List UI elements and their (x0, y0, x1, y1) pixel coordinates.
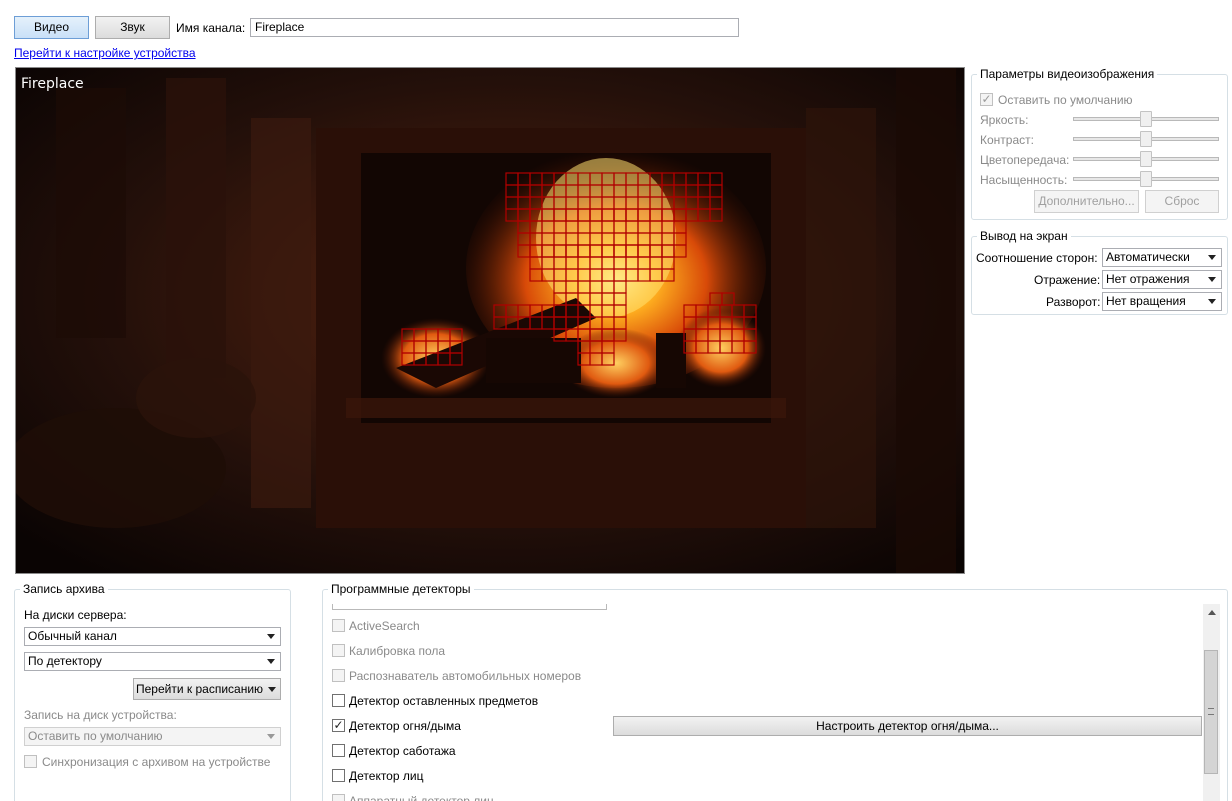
device-disk-select[interactable]: Оставить по умолчанию (24, 727, 281, 746)
archive-title: Запись архива (20, 582, 108, 596)
detector-row[interactable]: Аппаратный детектор лиц (332, 794, 612, 801)
rotate-label: Разворот: (1046, 295, 1101, 309)
mirror-value: Нет отражения (1106, 272, 1190, 286)
detector-label: Аппаратный детектор лиц (349, 794, 494, 801)
aspect-value: Автоматически (1106, 250, 1190, 264)
rotate-value: Нет вращения (1106, 294, 1186, 308)
video-frame-image (16, 68, 964, 573)
detector-checkbox[interactable] (332, 794, 345, 801)
video-overlay-title: Fireplace (21, 76, 84, 92)
detector-checkbox[interactable] (332, 744, 345, 757)
detector-row[interactable]: ✓ Детектор огня/дыма (332, 718, 612, 737)
brightness-label: Яркость: (980, 113, 1029, 127)
slider-thumb[interactable] (1140, 151, 1152, 167)
record-mode-value: По детектору (28, 654, 102, 668)
detector-row[interactable]: Детектор саботажа (332, 744, 612, 762)
display-title: Вывод на экран (977, 229, 1071, 243)
configure-fire-detector-button[interactable]: Настроить детектор огня/дыма... (613, 716, 1202, 736)
sync-checkbox[interactable] (24, 755, 37, 768)
tab-sound[interactable]: Звук (95, 16, 170, 39)
contrast-label: Контраст: (980, 133, 1034, 147)
detector-row[interactable]: Калибровка пола (332, 644, 612, 662)
device-settings-link[interactable]: Перейти к настройке устройства (14, 46, 196, 60)
detector-row[interactable]: Детектор лиц (332, 769, 612, 787)
aspect-label: Соотношение сторон: (976, 251, 1098, 265)
detectors-list-separator (332, 604, 607, 610)
detectors-scrollbar[interactable] (1203, 604, 1220, 801)
slider-thumb[interactable] (1140, 131, 1152, 147)
color-label: Цветопередача: (980, 153, 1070, 167)
detector-checkbox[interactable] (332, 669, 345, 682)
mirror-select[interactable]: Нет отражения (1102, 270, 1222, 289)
aspect-select[interactable]: Автоматически (1102, 248, 1222, 267)
saturation-slider[interactable] (1073, 171, 1219, 187)
detector-label: ActiveSearch (349, 619, 420, 633)
mirror-label: Отражение: (1034, 273, 1101, 287)
video-preview[interactable]: Fireplace (15, 67, 965, 574)
chevron-down-icon (267, 634, 275, 639)
server-disks-label: На диски сервера: (24, 608, 127, 622)
chevron-down-icon (1208, 277, 1216, 282)
schedule-button[interactable]: Перейти к расписанию (133, 678, 281, 700)
detector-label: Детектор огня/дыма (349, 719, 461, 733)
channel-type-select[interactable]: Обычный канал (24, 627, 281, 646)
detector-row[interactable]: Детектор оставленных предметов (332, 694, 612, 712)
chevron-down-icon (268, 687, 276, 692)
detector-checkbox[interactable] (332, 644, 345, 657)
detector-label: Калибровка пола (349, 644, 446, 658)
rotate-select[interactable]: Нет вращения (1102, 292, 1222, 311)
channel-name-label: Имя канала: (176, 21, 246, 35)
detector-checkbox[interactable] (332, 694, 345, 707)
advanced-button[interactable]: Дополнительно... (1034, 190, 1139, 213)
device-disk-label: Запись на диск устройства: (24, 708, 177, 722)
chevron-down-icon (1208, 255, 1216, 260)
keep-default-label: Оставить по умолчанию (998, 93, 1133, 107)
slider-thumb[interactable] (1140, 111, 1152, 127)
color-slider[interactable] (1073, 151, 1219, 167)
reset-button[interactable]: Сброс (1145, 190, 1219, 213)
detector-row[interactable]: ActiveSearch (332, 619, 612, 637)
schedule-label: Перейти к расписанию (136, 682, 264, 696)
slider-thumb[interactable] (1140, 171, 1152, 187)
contrast-slider[interactable] (1073, 131, 1219, 147)
channel-type-value: Обычный канал (28, 629, 117, 643)
chevron-down-icon (1208, 299, 1216, 304)
saturation-label: Насыщенность: (980, 173, 1068, 187)
keep-default-checkbox[interactable]: ✓ (980, 92, 993, 106)
detectors-title: Программные детекторы (328, 582, 474, 596)
detector-checkbox[interactable]: ✓ (332, 718, 345, 732)
detector-label: Детектор саботажа (349, 744, 456, 758)
detector-label: Детектор лиц (349, 769, 424, 783)
chevron-down-icon (267, 734, 275, 739)
grip-icon (1208, 708, 1214, 715)
check-icon: ✓ (333, 718, 344, 732)
sync-label: Синхронизация с архивом на устройстве (42, 755, 271, 769)
channel-name-input[interactable]: Fireplace (250, 18, 739, 37)
detector-label: Детектор оставленных предметов (349, 694, 539, 708)
detector-checkbox[interactable] (332, 769, 345, 782)
detector-row[interactable]: Распознаватель автомобильных номеров (332, 669, 612, 687)
detector-label: Распознаватель автомобильных номеров (349, 669, 582, 683)
chevron-down-icon (267, 659, 275, 664)
tab-video[interactable]: Видео (14, 16, 89, 39)
channel-settings-window: Видео Звук Имя канала: Fireplace Перейти… (0, 0, 1232, 801)
scroll-up-icon[interactable] (1208, 610, 1216, 615)
check-icon: ✓ (981, 92, 992, 106)
device-disk-value: Оставить по умолчанию (28, 729, 163, 743)
brightness-slider[interactable] (1073, 111, 1219, 127)
image-params-title: Параметры видеоизображения (977, 67, 1158, 81)
detector-checkbox[interactable] (332, 619, 345, 632)
record-mode-select[interactable]: По детектору (24, 652, 281, 671)
